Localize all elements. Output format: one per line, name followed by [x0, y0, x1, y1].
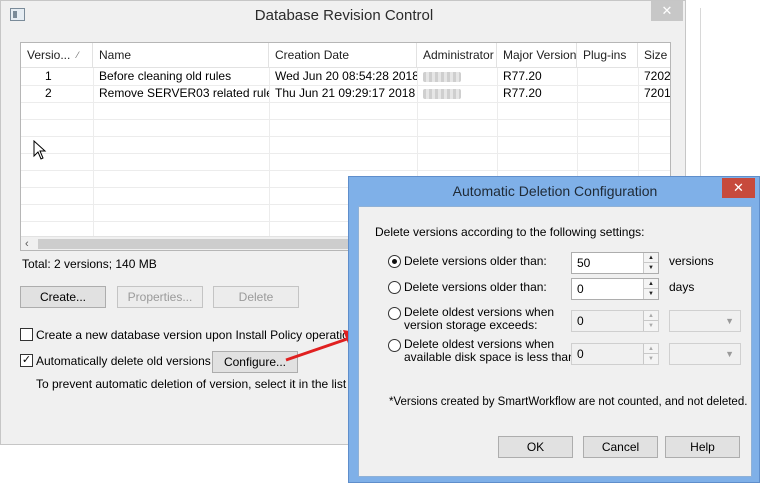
cell-version: 1: [45, 69, 52, 83]
cell-size: 72028: [644, 69, 671, 83]
disk-space-spinner[interactable]: 0 ▲ ▼: [571, 343, 659, 365]
days-unit: days: [669, 280, 695, 294]
properties-button[interactable]: Properties...: [117, 286, 203, 308]
auto-delete-label: Automatically delete old versions: [36, 354, 211, 368]
column-header-size[interactable]: Size (: [638, 43, 670, 68]
cell-plugins: [577, 85, 638, 102]
close-icon[interactable]: ✕: [722, 178, 755, 198]
versions-count-spinner[interactable]: 50 ▲ ▼: [571, 252, 659, 274]
versions-unit: versions: [669, 254, 714, 268]
radio-disk-space-less[interactable]: [388, 339, 401, 352]
total-summary: Total: 2 versions; 140 MB: [22, 257, 157, 271]
cell-creation-date: Thu Jun 21 09:29:17 2018: [275, 86, 416, 100]
storage-unit-dropdown[interactable]: ▼: [669, 310, 741, 332]
column-header-creation-date[interactable]: Creation Date: [269, 43, 417, 68]
spin-down-icon[interactable]: ▼: [643, 289, 658, 299]
cell-version: 2: [45, 86, 52, 100]
spin-up-icon[interactable]: ▲: [643, 279, 658, 289]
cell-creation-date: Wed Jun 20 08:54:28 2018: [275, 69, 417, 83]
chevron-down-icon: ▼: [725, 349, 734, 359]
window-title: Database Revision Control: [254, 7, 434, 24]
cell-administrator-blurred: █████: [423, 85, 463, 102]
radio-older-than-days[interactable]: [388, 281, 401, 294]
radio-storage-exceeds[interactable]: [388, 307, 401, 320]
scrollbar-thumb[interactable]: [38, 239, 368, 249]
cell-major-version: R77.20: [503, 86, 542, 100]
scroll-left-icon[interactable]: ‹: [25, 237, 35, 250]
option-label: Delete versions older than:: [404, 254, 547, 268]
column-header-major-version[interactable]: Major Version: [497, 43, 577, 68]
table-row[interactable]: 2 Remove SERVER03 related rules Thu Jun …: [21, 85, 671, 102]
auto-delete-checkbox[interactable]: ✓: [20, 354, 33, 367]
prevent-deletion-note: To prevent automatic deletion of version…: [36, 377, 348, 391]
automatic-deletion-dialog: Automatic Deletion Configuration ✕ Delet…: [348, 176, 760, 483]
spin-down-icon[interactable]: ▼: [643, 321, 658, 331]
cell-major-version: R77.20: [503, 69, 542, 83]
storage-limit-spinner[interactable]: 0 ▲ ▼: [571, 310, 659, 332]
option-label: Delete oldest versions when version stor…: [404, 305, 555, 332]
cell-administrator-blurred: █████: [423, 68, 463, 85]
install-policy-checkbox[interactable]: [20, 328, 33, 341]
days-count-spinner[interactable]: 0 ▲ ▼: [571, 278, 659, 300]
spin-up-icon[interactable]: ▲: [643, 311, 658, 321]
disk-space-unit-dropdown[interactable]: ▼: [669, 343, 741, 365]
create-button[interactable]: Create...: [20, 286, 106, 308]
close-icon[interactable]: ✕: [651, 1, 683, 21]
spin-down-icon[interactable]: ▼: [643, 263, 658, 273]
chevron-down-icon: ▼: [725, 316, 734, 326]
cell-name: Before cleaning old rules: [99, 69, 232, 83]
delete-button[interactable]: Delete: [213, 286, 299, 308]
cell-size: 72017: [644, 86, 671, 100]
settings-intro: Delete versions according to the followi…: [375, 225, 645, 239]
smartworkflow-footnote: *Versions created by SmartWorkflow are n…: [389, 396, 748, 408]
radio-older-than-versions[interactable]: [388, 255, 401, 268]
mouse-cursor-icon: [33, 140, 47, 160]
sort-indicator-icon: ⁄: [77, 50, 79, 60]
spin-up-icon[interactable]: ▲: [643, 253, 658, 263]
dialog-title: Automatic Deletion Configuration: [452, 183, 658, 199]
column-header-version[interactable]: Versio...: [21, 43, 93, 68]
option-label: Delete oldest versions when available di…: [404, 337, 579, 364]
cell-plugins: [577, 68, 638, 85]
column-header-administrator[interactable]: Administrator: [417, 43, 497, 68]
column-header-plugins[interactable]: Plug-ins: [577, 43, 638, 68]
table-row[interactable]: 1 Before cleaning old rules Wed Jun 20 0…: [21, 68, 671, 85]
column-header-name[interactable]: Name: [93, 43, 269, 68]
help-button[interactable]: Help: [665, 436, 740, 458]
dialog-body: Delete versions according to the followi…: [358, 206, 752, 477]
spin-down-icon[interactable]: ▼: [643, 354, 658, 364]
ok-button[interactable]: OK: [498, 436, 573, 458]
cancel-button[interactable]: Cancel: [583, 436, 658, 458]
cell-name: Remove SERVER03 related rules: [99, 86, 269, 100]
option-label: Delete versions older than:: [404, 280, 547, 294]
spin-up-icon[interactable]: ▲: [643, 344, 658, 354]
